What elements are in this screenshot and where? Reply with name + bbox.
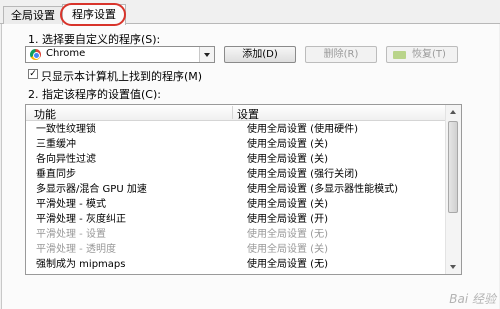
table-row[interactable]: 各向异性过滤 使用全局设置 (关) [26, 152, 446, 167]
settings-list: 功能 设置 一致性纹理锁 使用全局设置 (使用硬件) 三重缓冲 使用全局设置 (关) 各… [25, 104, 462, 275]
setting-cell[interactable]: 使用全局设置 (强行关闭) [247, 167, 358, 182]
column-header-setting[interactable]: 设置 [237, 106, 259, 122]
tab-global-settings-label: 全局设置 [11, 9, 55, 22]
feature-cell: 平滑处理 - 设置 [36, 229, 106, 240]
specify-settings-label: 2. 指定该程序的设置值(C): [28, 88, 161, 101]
add-program-button[interactable]: 添加(D) [224, 46, 296, 63]
scroll-up-icon[interactable] [446, 105, 461, 119]
feature-cell: 平滑处理 - 灰度纠正 [36, 214, 126, 225]
table-row[interactable]: 垂直同步 使用全局设置 (强行关闭) [26, 167, 446, 182]
add-program-label: 添加(D) [242, 49, 278, 60]
setting-cell[interactable]: 使用全局设置 (无) [247, 227, 328, 242]
tab-global-settings[interactable]: 全局设置 [3, 6, 63, 24]
list-header: 功能 设置 [26, 105, 446, 121]
feature-cell: 一致性纹理锁 [36, 124, 96, 135]
nvidia-icon [393, 51, 406, 59]
annotation-circle [60, 3, 126, 26]
column-header-feature[interactable]: 功能 [34, 106, 56, 122]
select-program-label: 1. 选择要自定义的程序(S): [28, 33, 161, 46]
column-divider[interactable] [232, 106, 233, 119]
table-row[interactable]: 平滑处理 - 灰度纠正 使用全局设置 (开) [26, 212, 446, 227]
setting-cell[interactable]: 使用全局设置 (开) [247, 212, 328, 227]
feature-cell: 各向异性过滤 [36, 154, 96, 165]
scroll-down-icon[interactable] [446, 260, 461, 274]
feature-cell: 垂直同步 [36, 169, 76, 180]
table-row[interactable]: 平滑处理 - 设置 使用全局设置 (无) [26, 227, 446, 242]
setting-cell[interactable]: 使用全局设置 (关) [247, 137, 328, 152]
table-row[interactable]: 三重缓冲 使用全局设置 (关) [26, 137, 446, 152]
feature-cell: 多显示器/混合 GPU 加速 [36, 184, 147, 195]
setting-cell[interactable]: 使用全局设置 (多显示器性能模式) [247, 182, 398, 197]
feature-cell: 强制成为 mipmaps [36, 259, 126, 270]
program-select[interactable]: Chrome [25, 46, 215, 63]
remove-program-button[interactable]: 删除(R) [305, 46, 377, 63]
watermark-logo: Bai 经验 [449, 292, 496, 306]
setting-cell[interactable]: 使用全局设置 (使用硬件) [247, 122, 358, 137]
table-row[interactable]: 强制成为 mipmaps 使用全局设置 (无) [26, 257, 446, 272]
show-only-checkbox[interactable]: ✓ [28, 69, 38, 79]
vertical-scrollbar[interactable] [445, 105, 461, 274]
feature-cell: 三重缓冲 [36, 139, 76, 150]
setting-cell[interactable]: 使用全局设置 (关) [247, 197, 328, 212]
setting-cell[interactable]: 使用全局设置 (关) [247, 242, 328, 257]
show-only-label: 只显示本计算机上找到的程序(M) [41, 70, 203, 83]
restore-button[interactable]: 恢复(T) [386, 46, 458, 63]
table-row[interactable]: 平滑处理 - 模式 使用全局设置 (关) [26, 197, 446, 212]
feature-cell: 平滑处理 - 透明度 [36, 244, 116, 255]
scrollbar-thumb[interactable] [448, 121, 458, 213]
program-select-value: Chrome [46, 48, 86, 59]
chrome-icon [30, 49, 41, 60]
setting-cell[interactable]: 使用全局设置 (无) [247, 257, 328, 272]
remove-program-label: 删除(R) [323, 49, 359, 60]
table-row[interactable]: 平滑处理 - 透明度 使用全局设置 (关) [26, 242, 446, 257]
feature-cell: 平滑处理 - 模式 [36, 199, 106, 210]
table-row[interactable]: 一致性纹理锁 使用全局设置 (使用硬件) [26, 122, 446, 137]
list-rows: 一致性纹理锁 使用全局设置 (使用硬件) 三重缓冲 使用全局设置 (关) 各向异性过滤使… [26, 122, 446, 272]
table-row[interactable]: 多显示器/混合 GPU 加速 使用全局设置 (多显示器性能模式) [26, 182, 446, 197]
chevron-down-icon[interactable] [199, 47, 214, 62]
setting-cell[interactable]: 使用全局设置 (关) [247, 152, 328, 167]
